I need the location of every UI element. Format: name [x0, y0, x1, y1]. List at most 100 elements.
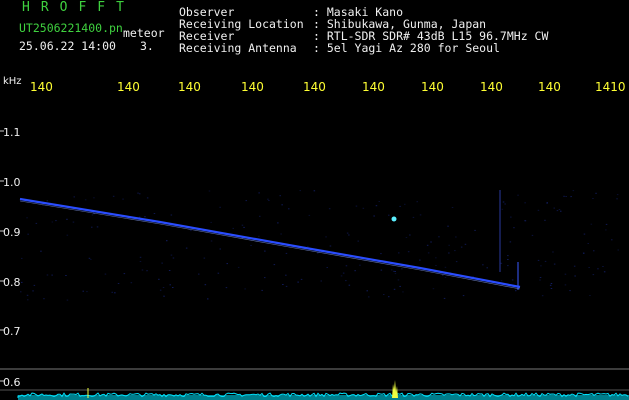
noise-speck [153, 213, 156, 214]
noise-speck [348, 284, 351, 286]
noise-speck [393, 288, 396, 290]
noise-speck [588, 267, 590, 268]
noise-speck [26, 294, 29, 296]
noise-speck [33, 284, 36, 286]
noise-speck [348, 234, 350, 236]
noise-speck [583, 233, 586, 235]
noise-speck [93, 197, 95, 199]
noise-speck [373, 215, 375, 217]
noise-speck [241, 224, 244, 226]
noise-speck [550, 288, 553, 289]
noise-speck [198, 273, 200, 275]
noise-speck [375, 205, 378, 207]
noise-speck [558, 209, 561, 210]
noise-speck [137, 192, 139, 194]
noise-speck [513, 227, 515, 229]
noise-speck [454, 250, 456, 252]
noise-speck [409, 234, 411, 236]
noise-speck [416, 201, 418, 203]
noise-speck [419, 259, 421, 261]
noise-speck [261, 289, 263, 291]
noise-speck [573, 265, 576, 267]
noise-speck [345, 265, 348, 267]
noise-speck [455, 261, 458, 263]
noise-speck [210, 221, 212, 223]
noise-speck [86, 291, 88, 293]
y-tick-label: 0.6 [3, 376, 21, 389]
noise-speck [537, 209, 540, 211]
noise-speck [267, 198, 269, 200]
noise-speck [313, 190, 316, 192]
noise-speck [122, 198, 124, 200]
meteor-echo [391, 216, 397, 222]
noise-speck [91, 214, 94, 216]
noise-speck [592, 274, 595, 276]
noise-speck [501, 208, 504, 210]
noise-speck [329, 245, 332, 247]
noise-speck [250, 245, 252, 246]
noise-speck [280, 233, 282, 235]
noise-speck [511, 279, 514, 281]
noise-speck [597, 268, 599, 270]
noise-speck [117, 283, 120, 284]
noise-speck [583, 252, 585, 254]
noise-speck [219, 206, 221, 208]
noise-speck [66, 299, 69, 301]
noise-speck [273, 264, 276, 266]
noise-speck [595, 192, 597, 194]
noise-speck [163, 295, 165, 297]
doppler-trace [19, 197, 521, 290]
noise-speck [398, 252, 400, 254]
noise-speck [448, 252, 450, 254]
noise-speck [245, 200, 247, 202]
noise-speck [316, 252, 319, 254]
x-tick-label: 1410 [595, 80, 626, 94]
noise-speck [549, 284, 552, 286]
noise-speck [146, 197, 149, 199]
noise-speck [244, 288, 246, 290]
noise-speck [146, 270, 148, 272]
noise-speck [355, 205, 358, 207]
noise-speck [616, 198, 618, 200]
noise-speck [539, 277, 542, 278]
noise-speck [340, 275, 343, 277]
noise-speck [435, 257, 437, 259]
noise-speck [435, 265, 437, 266]
noise-speck [399, 205, 401, 207]
noise-speck [550, 283, 553, 284]
noise-speck [300, 278, 303, 280]
noise-speck [460, 246, 463, 248]
noise-speck [539, 279, 541, 281]
noise-speck [158, 278, 160, 280]
noise-speck [168, 270, 171, 271]
noise-speck [282, 284, 284, 285]
noise-speck [139, 256, 142, 258]
noise-speck [442, 274, 444, 276]
noise-speck [285, 285, 288, 287]
noise-speck [592, 198, 594, 199]
noise-speck [232, 227, 234, 229]
grid-layer [0, 190, 629, 391]
spectrogram: kHz 1.1 1.0 0.9 0.8 0.7 0.6 140 140 140 140 140 140 1… [0, 76, 629, 400]
noise-speck [362, 207, 365, 209]
noise-speck [407, 251, 410, 253]
noise-speck [32, 290, 34, 292]
noise-speck [368, 296, 370, 298]
noise-speck [430, 241, 432, 243]
noise-speck [320, 280, 322, 282]
noise-speck [91, 226, 93, 228]
noise-speck [391, 269, 393, 271]
noise-speck [502, 201, 505, 203]
noise-speck [617, 249, 619, 251]
noise-speck [326, 267, 328, 268]
noise-speck [611, 239, 613, 241]
noise-speck [394, 271, 396, 272]
noise-speck [281, 204, 283, 206]
noise-speck [27, 233, 29, 235]
echo-burst [392, 380, 398, 398]
noise-speck [170, 214, 173, 216]
noise-speck [455, 236, 457, 238]
noise-speck [55, 220, 57, 222]
noise-speck [345, 280, 347, 282]
noise-speck [185, 247, 188, 249]
